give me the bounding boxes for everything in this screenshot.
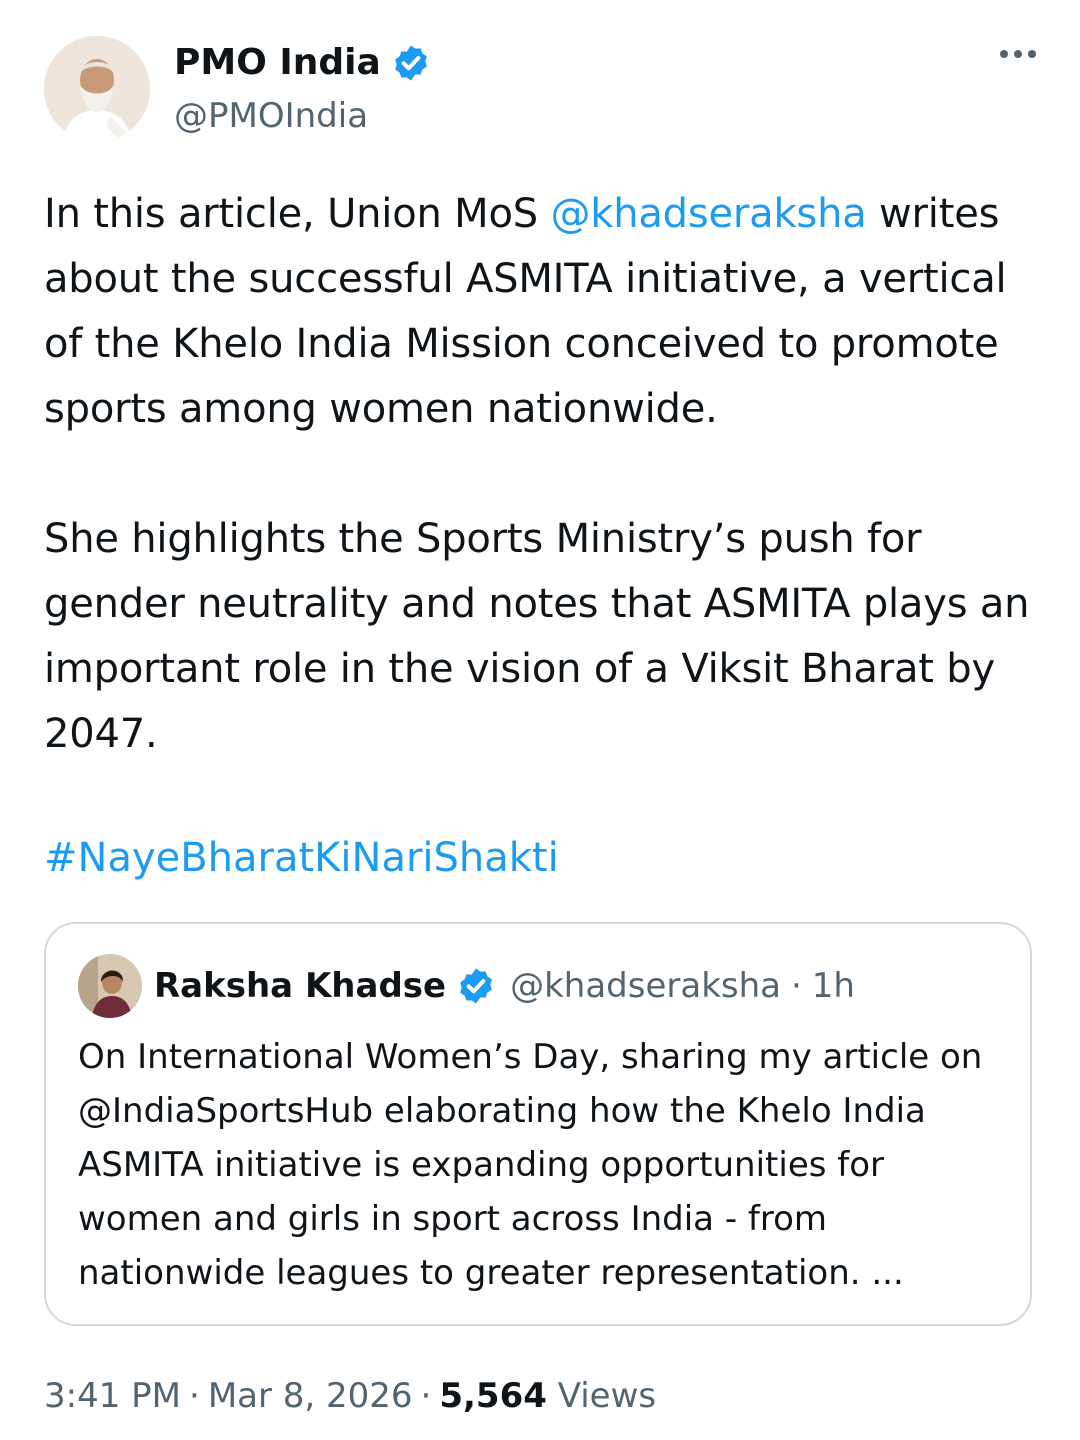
tweet-paragraph-2: She highlights the Sports Ministry’s pus… [44,516,1030,757]
verified-badge-icon [394,45,427,81]
quoted-timestamp[interactable]: 1h [812,962,855,1010]
views-label: Views [557,1376,657,1416]
tweet-time[interactable]: 3:41 PM [44,1376,181,1416]
meta-separator: · [189,1376,200,1416]
meta-separator: · [420,1376,432,1416]
views-count[interactable]: 5,564 [439,1376,547,1416]
quoted-handle[interactable]: @khadseraksha [510,962,781,1010]
tweet-paragraph-1: In this article, Union MoS @khadseraksha… [44,182,1044,442]
more-dot [1000,50,1008,58]
more-options-icon[interactable] [1000,50,1036,58]
hashtag-link[interactable]: #NayeBharatKiNariShakti [44,826,559,891]
author-handle[interactable]: @PMOIndia [174,94,368,138]
quoted-separator: · [790,966,802,1006]
tweet-date[interactable]: Mar 8, 2026 [208,1376,413,1416]
quoted-tweet[interactable]: Raksha Khadse @khadseraksha · 1h On Inte… [44,922,1032,1326]
author-name-row: PMO India [174,40,431,86]
quoted-author-avatar[interactable] [78,954,142,1018]
more-dot [1014,50,1022,58]
avatar-portrait-icon [44,36,150,142]
tweet-text: In this article, Union MoS @khadseraksha… [44,182,1044,767]
author-avatar[interactable] [44,36,150,142]
quoted-header: Raksha Khadse @khadseraksha · 1h [154,962,855,1010]
more-dot [1028,50,1036,58]
author-display-name[interactable]: PMO India [174,40,381,86]
tweet-text-segment: In this article, Union MoS [44,191,551,237]
verified-badge-icon [460,968,492,1004]
tweet-meta: 3:41 PM · Mar 8, 2026 · 5,564 Views [44,1370,656,1422]
quoted-text: On International Women’s Day, sharing my… [78,1037,983,1293]
quoted-display-name[interactable]: Raksha Khadse [154,962,446,1010]
mention-link[interactable]: @khadseraksha [550,191,866,237]
avatar-portrait-icon [78,954,142,1018]
tweet-card: PMO India @PMOIndia In this article, Uni… [0,0,1080,1440]
